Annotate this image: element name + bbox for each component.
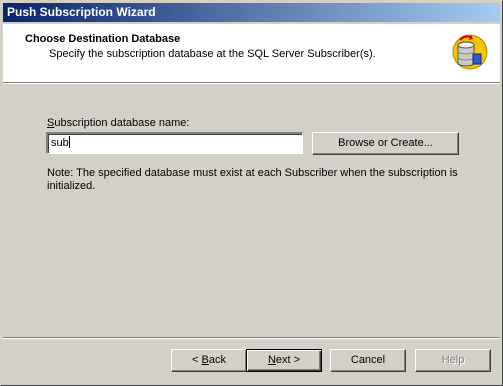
header-divider xyxy=(3,83,500,84)
footer-divider-highlight xyxy=(3,338,500,339)
subscription-db-input[interactable]: sub xyxy=(46,132,303,154)
help-button[interactable]: Help xyxy=(415,349,491,372)
back-mnemonic: B xyxy=(201,354,209,366)
label-text: ubscription database name: xyxy=(54,117,190,129)
next-label: ext > xyxy=(275,354,301,366)
subscription-db-label: Subscription database name: xyxy=(47,117,190,129)
next-mnemonic: N xyxy=(267,354,276,366)
wizard-header: Choose Destination Database Specify the … xyxy=(3,24,500,83)
back-arrow: < xyxy=(192,354,199,366)
database-wizard-icon xyxy=(446,32,488,74)
note-text: Note: The specified database must exist … xyxy=(47,167,458,192)
wizard-window: Push Subscription Wizard Choose Destinat… xyxy=(0,0,503,386)
db-input-value: sub xyxy=(51,137,69,149)
cancel-button[interactable]: Cancel xyxy=(330,349,406,372)
browse-or-create-button[interactable]: Browse or Create... xyxy=(312,132,459,155)
back-button[interactable]: < Back xyxy=(171,349,247,372)
back-label: ack xyxy=(208,354,226,366)
next-button[interactable]: Next > xyxy=(246,349,322,372)
text-caret xyxy=(68,136,70,148)
title-bar[interactable]: Push Subscription Wizard xyxy=(3,3,500,22)
page-title: Choose Destination Database xyxy=(25,33,181,45)
window-title: Push Subscription Wizard xyxy=(7,5,156,19)
page-subtitle: Specify the subscription database at the… xyxy=(49,48,376,60)
